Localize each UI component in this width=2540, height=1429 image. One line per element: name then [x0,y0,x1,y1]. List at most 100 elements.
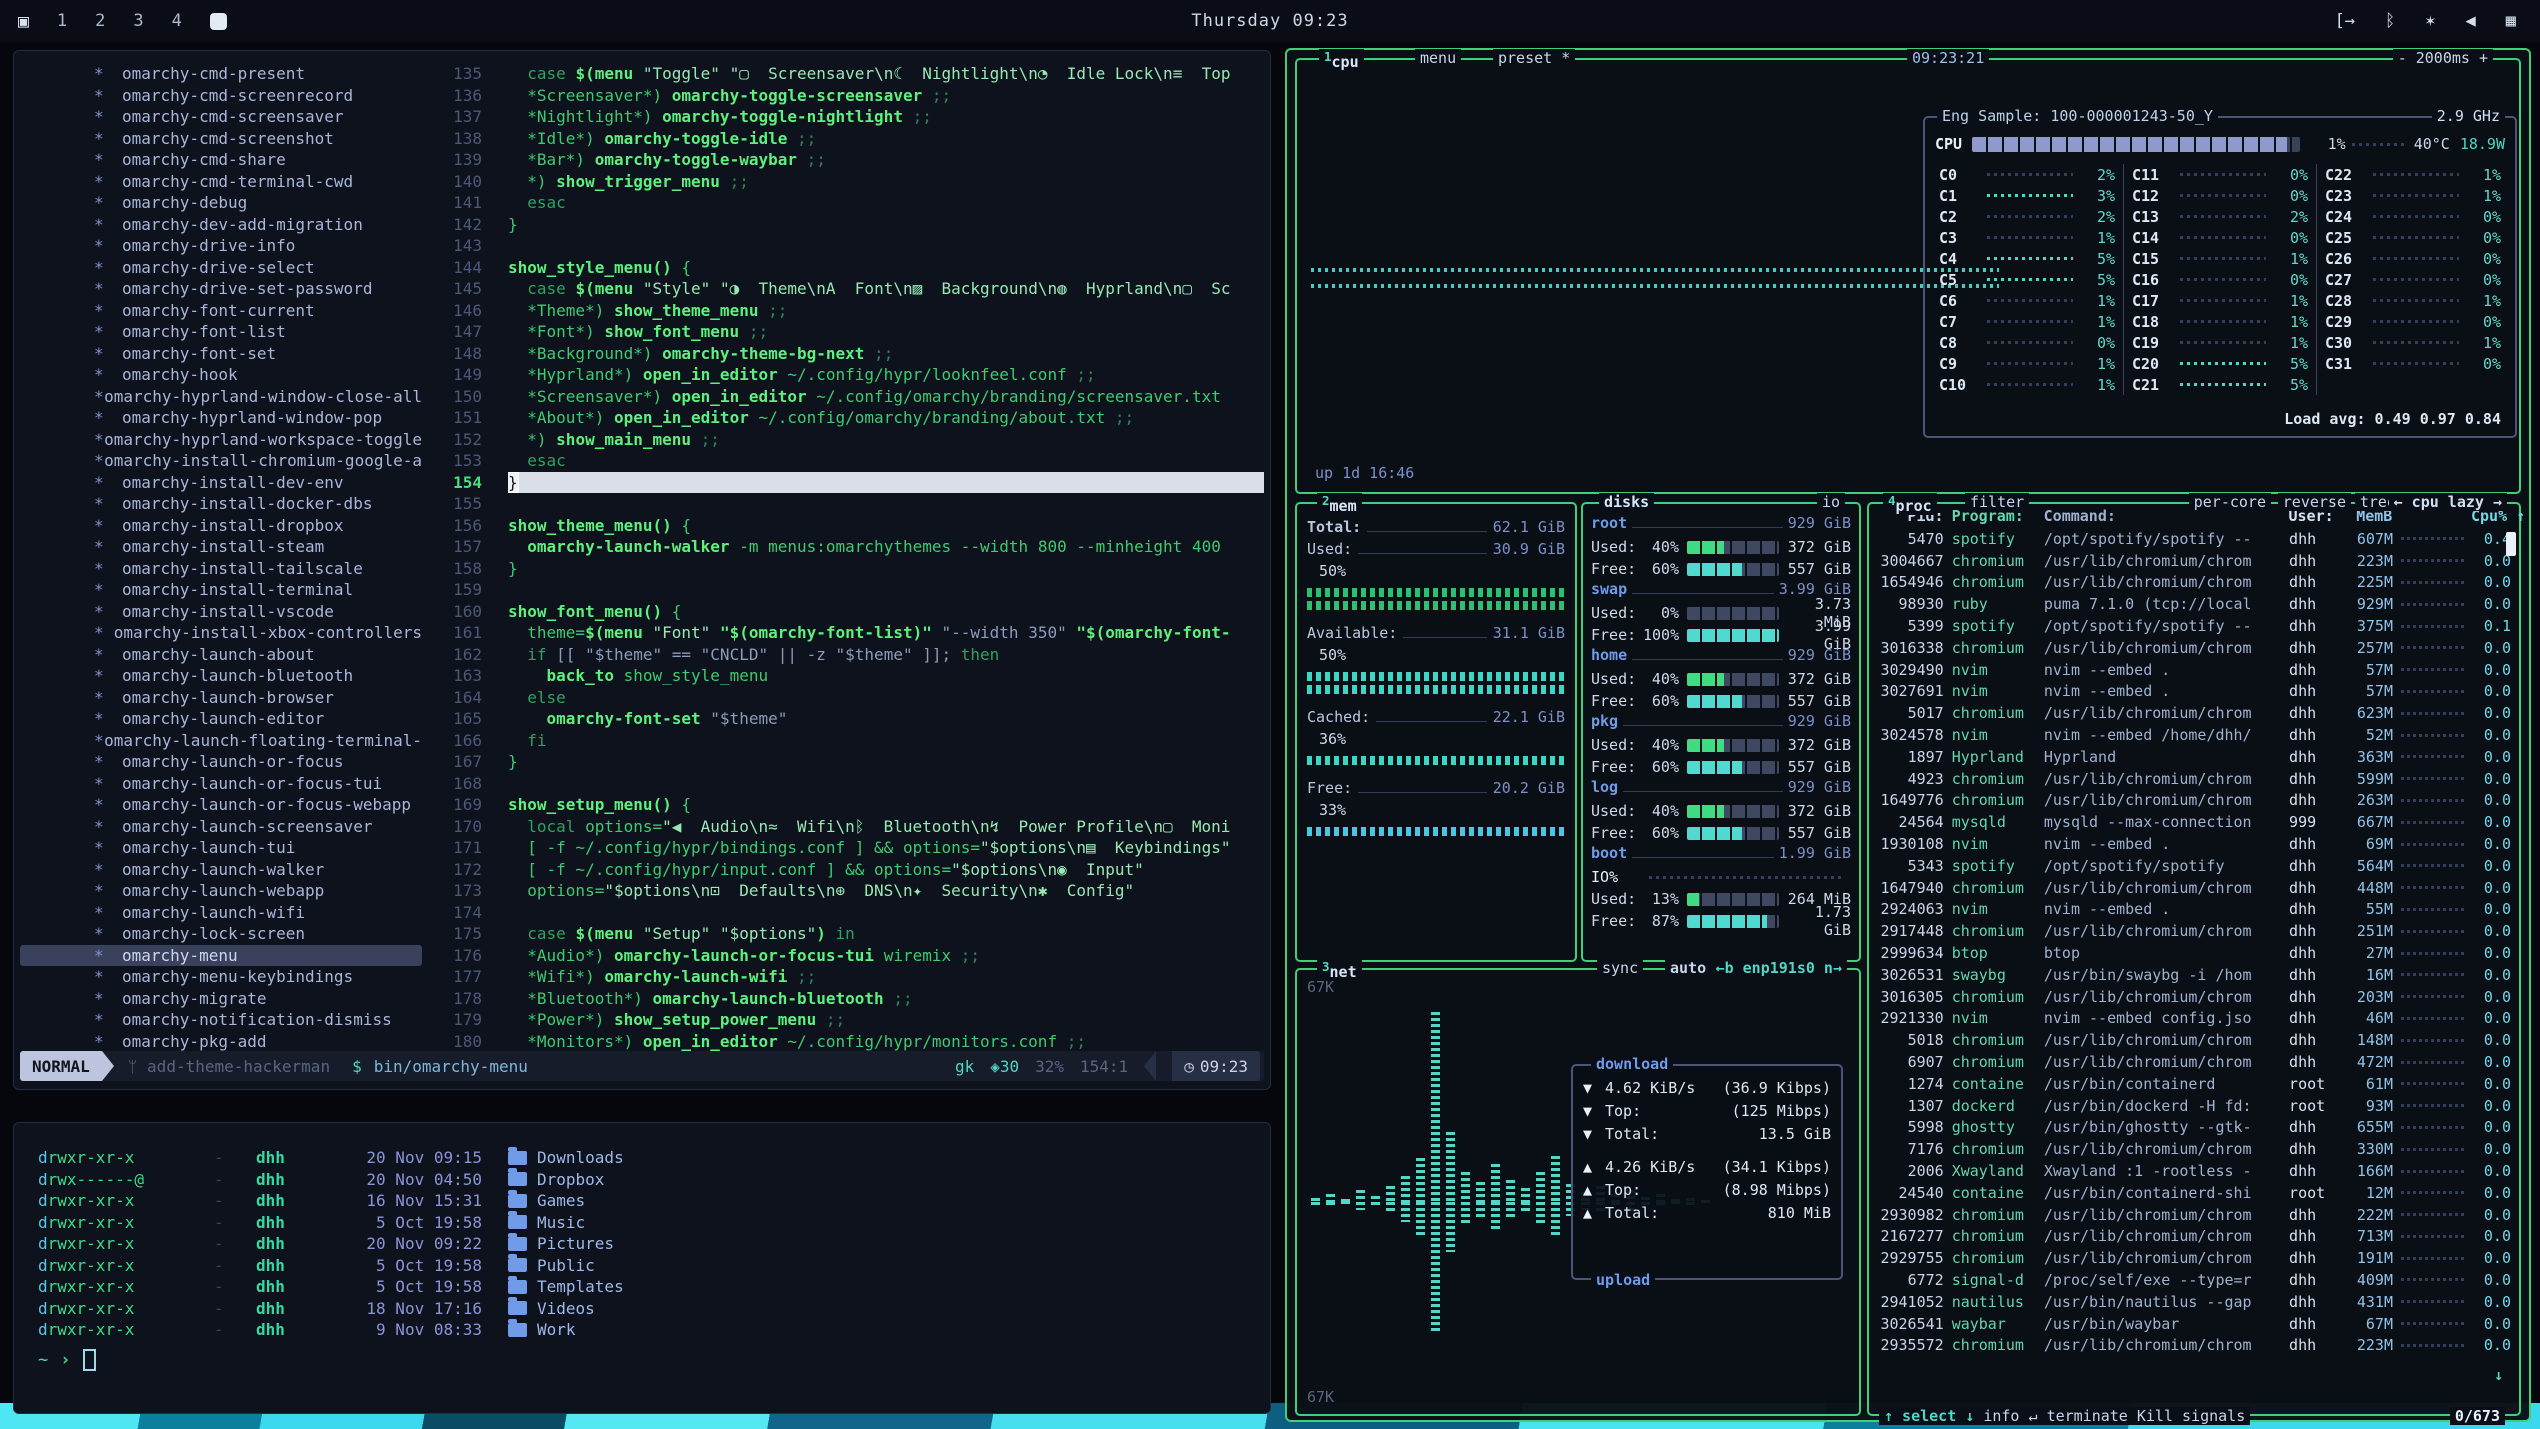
process-row[interactable]: 5017chromium/usr/lib/chromium/chromdhh62… [1869,702,2519,724]
tree-item[interactable]: *omarchy-hyprland-window-close-all [20,386,422,408]
process-scrollbar[interactable] [2506,532,2516,556]
tree-item[interactable]: *omarchy-drive-set-password [20,278,422,300]
process-row[interactable]: 3026531swaybg/usr/bin/swaybg -i /homdhh1… [1869,964,2519,986]
process-row[interactable]: 2929755chromium/usr/lib/chromium/chromdh… [1869,1247,2519,1269]
tree-item[interactable]: *omarchy-debug [20,192,422,214]
tree-item[interactable]: *omarchy-dev-add-migration [20,214,422,236]
tree-item[interactable]: *omarchy-font-current [20,300,422,322]
process-row[interactable]: 4923chromium/usr/lib/chromium/chromdhh59… [1869,768,2519,790]
tree-item[interactable]: *omarchy-launch-webapp [20,880,422,902]
tree-item[interactable]: *omarchy-launch-screensaver [20,816,422,838]
tree-item[interactable]: *omarchy-menu [20,945,422,967]
tree-item[interactable]: *omarchy-launch-browser [20,687,422,709]
cpu-panel-title[interactable]: 1cpu [1319,49,1364,71]
process-row[interactable]: 24564mysqldmysqld --max-connection999667… [1869,811,2519,833]
process-row[interactable]: 3027691nvimnvim --embed .dhh57M0.0 [1869,681,2519,703]
tree-item[interactable]: *omarchy-launch-or-focus-webapp [20,794,422,816]
tree-item[interactable]: *omarchy-launch-bluetooth [20,665,422,687]
sort-selector[interactable]: ← cpu lazy → [2389,493,2507,511]
terminal-window[interactable]: drwxr-xr-x-dhh20 Nov 09:15Downloadsdrwx-… [13,1122,1271,1414]
preset-tab[interactable]: preset * [1493,49,1575,67]
process-row[interactable]: 1307dockerd/usr/bin/dockerd -H fd:root93… [1869,1095,2519,1117]
tree-item[interactable]: *omarchy-notification-dismiss [20,1009,422,1031]
update-interval[interactable]: - 2000ms + [2393,49,2493,67]
tree-item[interactable]: *omarchy-install-dev-env [20,472,422,494]
process-row[interactable]: 2917448chromium/usr/lib/chromium/chromdh… [1869,920,2519,942]
process-row[interactable]: 1654946chromium/usr/lib/chromium/chromdh… [1869,572,2519,594]
reverse-tab[interactable]: reverse [2278,493,2351,511]
scroll-down-arrow[interactable]: ↓ [2494,1366,2503,1384]
interface-switcher[interactable]: ←b enp191s0 n→ [1711,959,1847,977]
process-row[interactable]: 98930rubypuma 7.1.0 (tcp://localdhh929M0… [1869,593,2519,615]
tree-item[interactable]: *omarchy-launch-editor [20,708,422,730]
tree-item[interactable]: *omarchy-install-terminal [20,579,422,601]
process-row[interactable]: 3024578nvimnvim --embed /home/dhh/dhh52M… [1869,724,2519,746]
tree-item[interactable]: *omarchy-lock-screen [20,923,422,945]
tree-item[interactable]: *omarchy-install-steam [20,536,422,558]
tree-item[interactable]: *omarchy-launch-tui [20,837,422,859]
file-tree[interactable]: *omarchy-cmd-present*omarchy-cmd-screenr… [20,63,422,1052]
process-row[interactable]: 5470spotify/opt/spotify/spotify --dhh607… [1869,528,2519,550]
process-row[interactable]: 24540containe/usr/bin/containerd-shiroot… [1869,1182,2519,1204]
filter-tab[interactable]: filter [1965,493,2029,511]
tree-item[interactable]: *omarchy-launch-or-focus [20,751,422,773]
signals-button[interactable]: signals [2182,1407,2245,1425]
process-row[interactable]: 5343spotify/opt/spotify/spotifydhh564M0.… [1869,855,2519,877]
process-row[interactable]: 1274containe/usr/bin/containerdroot61M0.… [1869,1073,2519,1095]
tree-item[interactable]: *omarchy-font-list [20,321,422,343]
tree-item[interactable]: *omarchy-launch-floating-terminal- [20,730,422,752]
process-row[interactable]: 3026541waybar/usr/bin/waybardhh67M0.0 [1869,1313,2519,1335]
memory-panel-title[interactable]: 2mem [1317,493,1362,515]
menu-tab[interactable]: menu [1415,49,1461,67]
process-row[interactable]: 2941052nautilus/usr/bin/nautilus --gapdh… [1869,1291,2519,1313]
tree-item[interactable]: *omarchy-hyprland-window-pop [20,407,422,429]
tree-item[interactable]: *omarchy-cmd-share [20,149,422,171]
process-row[interactable]: 2935572chromium/usr/lib/chromium/chromdh… [1869,1334,2519,1356]
process-row[interactable]: 2167277chromium/usr/lib/chromium/chromdh… [1869,1226,2519,1248]
tree-item[interactable]: *omarchy-cmd-screensaver [20,106,422,128]
tree-item[interactable]: *omarchy-install-vscode [20,601,422,623]
process-row[interactable]: 2006XwaylandXwayland :1 -rootless -dhh16… [1869,1160,2519,1182]
select-button[interactable]: ↑ select ↓ [1884,1407,1974,1425]
process-row[interactable]: 2924063nvimnvim --embed .dhh55M0.0 [1869,899,2519,921]
tree-item[interactable]: *omarchy-launch-wifi [20,902,422,924]
disks-panel-title[interactable]: disks [1599,493,1654,511]
process-row[interactable]: 5018chromium/usr/lib/chromium/chromdhh14… [1869,1029,2519,1051]
process-row[interactable]: 1897HyprlandHyprlanddhh363M0.0 [1869,746,2519,768]
terminate-button[interactable]: terminate [2047,1407,2128,1425]
tree-item[interactable]: *omarchy-launch-walker [20,859,422,881]
code-buffer[interactable]: case $(menu "Toggle" "▢ Screensaver\n☾ N… [508,63,1264,1052]
tree-item[interactable]: *omarchy-font-set [20,343,422,365]
tree-item[interactable]: *omarchy-launch-about [20,644,422,666]
kill-button[interactable]: Kill [2137,1407,2173,1425]
process-row[interactable]: 5399spotify/opt/spotify/spotify --dhh375… [1869,615,2519,637]
tree-item[interactable]: *omarchy-migrate [20,988,422,1010]
tree-item[interactable]: *omarchy-drive-select [20,257,422,279]
per-core-tab[interactable]: per-core [2189,493,2271,511]
process-panel-title[interactable]: 4proc [1883,493,1937,515]
tree-item[interactable]: *omarchy-hyprland-workspace-toggle [20,429,422,451]
tree-item[interactable]: *omarchy-cmd-terminal-cwd [20,171,422,193]
process-row[interactable]: 3004667chromium/usr/lib/chromium/chromdh… [1869,550,2519,572]
process-row[interactable]: 3016305chromium/usr/lib/chromium/chromdh… [1869,986,2519,1008]
process-row[interactable]: 2921330nvimnvim --embed config.jsodhh46M… [1869,1008,2519,1030]
tree-item[interactable]: *omarchy-install-chromium-google-a [20,450,422,472]
tree-item[interactable]: *omarchy-cmd-screenrecord [20,85,422,107]
tree-item[interactable]: *omarchy-install-tailscale [20,558,422,580]
tree-item[interactable]: *omarchy-launch-or-focus-tui [20,773,422,795]
process-row[interactable]: 6907chromium/usr/lib/chromium/chromdhh47… [1869,1051,2519,1073]
tree-item[interactable]: *omarchy-drive-info [20,235,422,257]
io-tab[interactable]: io [1817,493,1845,511]
process-row[interactable]: 1647940chromium/usr/lib/chromium/chromdh… [1869,877,2519,899]
info-button[interactable]: info ↵ [1983,1407,2037,1425]
tree-item[interactable]: *omarchy-hook [20,364,422,386]
tree-item[interactable]: *omarchy-menu-keybindings [20,966,422,988]
process-row[interactable]: 1649776chromium/usr/lib/chromium/chromdh… [1869,790,2519,812]
tree-item[interactable]: *omarchy-cmd-screenshot [20,128,422,150]
tree-item[interactable]: *omarchy-install-dropbox [20,515,422,537]
tree-item[interactable]: *omarchy-cmd-present [20,63,422,85]
sync-tab[interactable]: sync [1597,959,1643,977]
process-row[interactable]: 6772signal-d/proc/self/exe --type=rdhh40… [1869,1269,2519,1291]
process-row[interactable]: 1930108nvimnvim --embed .dhh69M0.0 [1869,833,2519,855]
process-list[interactable]: 5470spotify/opt/spotify/spotify --dhh607… [1869,528,2519,1356]
